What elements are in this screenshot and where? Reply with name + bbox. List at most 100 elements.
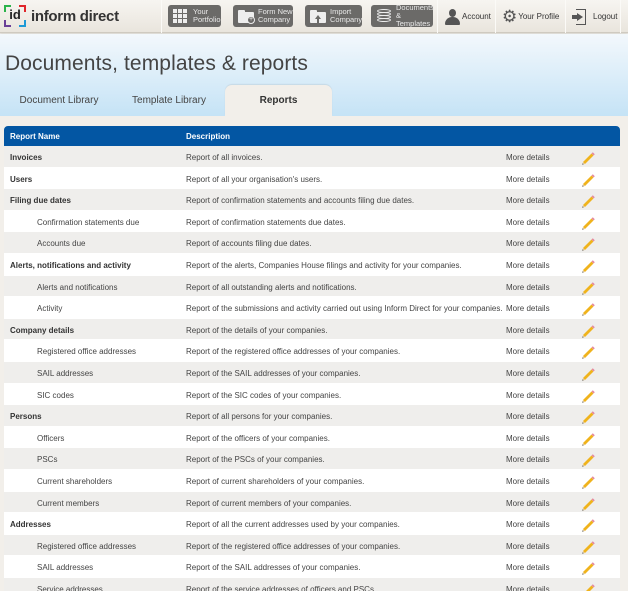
pencil-icon[interactable] bbox=[580, 559, 596, 576]
tab-document-library[interactable]: Document Library bbox=[4, 85, 114, 116]
more-details-link[interactable]: More details bbox=[506, 542, 550, 551]
table-row: Alerts and notifications Report of all ou… bbox=[4, 275, 620, 298]
table-row: Invoices Report of all invoices. More deta… bbox=[4, 146, 620, 168]
more-details-link[interactable]: More details bbox=[506, 175, 550, 184]
more-details-link[interactable]: More details bbox=[506, 347, 550, 356]
pencil-icon[interactable] bbox=[580, 279, 596, 295]
folder-plus-icon: + bbox=[238, 10, 255, 24]
table-row: Current members Report of current members… bbox=[4, 491, 620, 514]
table-row: Company details Report of the details of … bbox=[4, 318, 620, 341]
more-details-link[interactable]: More details bbox=[506, 304, 550, 313]
report-name[interactable]: Accounts due bbox=[37, 239, 85, 248]
more-details-link[interactable]: More details bbox=[506, 412, 550, 421]
report-name[interactable]: PSCs bbox=[37, 455, 57, 464]
pencil-icon[interactable] bbox=[580, 495, 596, 511]
nav-divider bbox=[161, 0, 162, 33]
table-row: Registered office addresses Report of the… bbox=[4, 340, 620, 362]
pencil-icon[interactable] bbox=[580, 235, 596, 252]
report-name[interactable]: Activity bbox=[37, 304, 62, 313]
form-new-company-button[interactable]: + Form New Company bbox=[233, 5, 293, 27]
folder-upload-icon bbox=[310, 10, 326, 23]
more-details-link[interactable]: More details bbox=[506, 239, 550, 248]
report-name[interactable]: Persons bbox=[10, 412, 42, 421]
report-name[interactable]: SAIL addresses bbox=[37, 369, 93, 378]
more-details-link[interactable]: More details bbox=[506, 153, 550, 162]
pencil-icon[interactable] bbox=[580, 300, 596, 316]
table-header: Report Name Description bbox=[4, 126, 620, 146]
account-button[interactable]: Account bbox=[438, 0, 495, 33]
more-details-link[interactable]: More details bbox=[506, 585, 550, 591]
pencil-icon[interactable] bbox=[580, 430, 596, 446]
report-name[interactable]: Alerts, notifications and activity bbox=[10, 261, 131, 270]
pencil-icon[interactable] bbox=[580, 192, 596, 208]
documents-templates-button[interactable]: Documents & Templates bbox=[371, 4, 434, 28]
pencil-icon[interactable] bbox=[580, 581, 596, 591]
report-name[interactable]: Company details bbox=[10, 326, 74, 335]
pencil-icon[interactable] bbox=[580, 387, 596, 403]
more-details-link[interactable]: More details bbox=[506, 455, 550, 464]
more-details-link[interactable]: More details bbox=[506, 499, 550, 508]
report-name[interactable]: Service addresses bbox=[37, 585, 103, 591]
pencil-icon[interactable] bbox=[580, 408, 596, 424]
logo-mark-icon: id bbox=[4, 5, 26, 27]
report-name[interactable]: Registered office addresses bbox=[37, 542, 136, 551]
more-details-link[interactable]: More details bbox=[506, 283, 550, 292]
more-details-link[interactable]: More details bbox=[506, 261, 550, 270]
more-details-link[interactable]: More details bbox=[506, 434, 550, 443]
report-name[interactable]: Filing due dates bbox=[10, 196, 71, 205]
pencil-icon[interactable] bbox=[580, 473, 596, 489]
report-name[interactable]: Current members bbox=[37, 499, 99, 508]
report-name[interactable]: Alerts and notifications bbox=[37, 283, 118, 292]
report-description: Report of the officers of your companies… bbox=[186, 433, 330, 443]
pencil-icon[interactable] bbox=[580, 365, 596, 381]
report-description: Report of confirmation statements and ac… bbox=[186, 196, 415, 206]
more-details-link[interactable]: More details bbox=[506, 326, 550, 335]
more-details-link[interactable]: More details bbox=[506, 369, 550, 378]
pencil-icon[interactable] bbox=[580, 343, 596, 360]
report-name[interactable]: Addresses bbox=[10, 520, 51, 529]
table-row: Confirmation statements due Report of con… bbox=[4, 210, 620, 233]
report-name[interactable]: Users bbox=[10, 175, 32, 184]
report-description: Report of current shareholders of your c… bbox=[186, 476, 365, 486]
table-row: PSCs Report of the PSCs of your companies… bbox=[4, 448, 620, 470]
tab-reports[interactable]: Reports bbox=[225, 85, 332, 116]
logout-button[interactable]: Logout bbox=[566, 0, 620, 33]
pencil-icon[interactable] bbox=[580, 214, 596, 230]
more-details-link[interactable]: More details bbox=[506, 196, 550, 205]
more-details-link[interactable]: More details bbox=[506, 563, 550, 572]
pencil-icon[interactable] bbox=[580, 257, 596, 273]
pencil-icon[interactable] bbox=[580, 322, 596, 338]
grid-icon bbox=[173, 9, 189, 23]
tab-template-library[interactable]: Template Library bbox=[114, 85, 224, 116]
inform-direct-logo[interactable]: id inform direct bbox=[4, 5, 119, 27]
report-name[interactable]: SAIL addresses bbox=[37, 563, 93, 572]
report-name[interactable]: Invoices bbox=[10, 153, 42, 162]
pencil-icon[interactable] bbox=[580, 516, 596, 532]
report-name[interactable]: Current shareholders bbox=[37, 477, 112, 486]
import-company-button[interactable]: Import Company bbox=[305, 5, 362, 27]
your-profile-button[interactable]: ⚙ Your Profile bbox=[496, 0, 566, 33]
report-name[interactable]: Officers bbox=[37, 434, 64, 443]
report-description: Report of accounts filing due dates. bbox=[186, 239, 312, 249]
your-portfolio-button[interactable]: Your Portfolio bbox=[168, 5, 221, 27]
table-row: Officers Report of the officers of your c… bbox=[4, 426, 620, 449]
report-name[interactable]: Registered office addresses bbox=[37, 347, 136, 356]
more-details-link[interactable]: More details bbox=[506, 391, 550, 400]
report-description: Report of all outstanding alerts and not… bbox=[186, 282, 357, 292]
table-row: Current shareholders Report of current sh… bbox=[4, 469, 620, 492]
more-details-link[interactable]: More details bbox=[506, 520, 550, 529]
report-description: Report of the details of your companies. bbox=[186, 325, 328, 335]
table-row: SAIL addresses Report of the SAIL address… bbox=[4, 361, 620, 384]
pencil-icon[interactable] bbox=[580, 149, 596, 165]
more-details-link[interactable]: More details bbox=[506, 218, 550, 227]
gear-icon: ⚙ bbox=[502, 6, 518, 26]
table-row: Users Report of all your organisation's u… bbox=[4, 167, 620, 190]
report-description: Report of all persons for your companies… bbox=[186, 412, 333, 422]
more-details-link[interactable]: More details bbox=[506, 477, 550, 486]
table-body: Invoices Report of all invoices. More deta… bbox=[4, 146, 620, 591]
pencil-icon[interactable] bbox=[580, 538, 596, 554]
report-name[interactable]: Confirmation statements due bbox=[37, 218, 139, 227]
report-name[interactable]: SIC codes bbox=[37, 391, 74, 400]
pencil-icon[interactable] bbox=[580, 171, 596, 187]
pencil-icon[interactable] bbox=[580, 451, 596, 468]
